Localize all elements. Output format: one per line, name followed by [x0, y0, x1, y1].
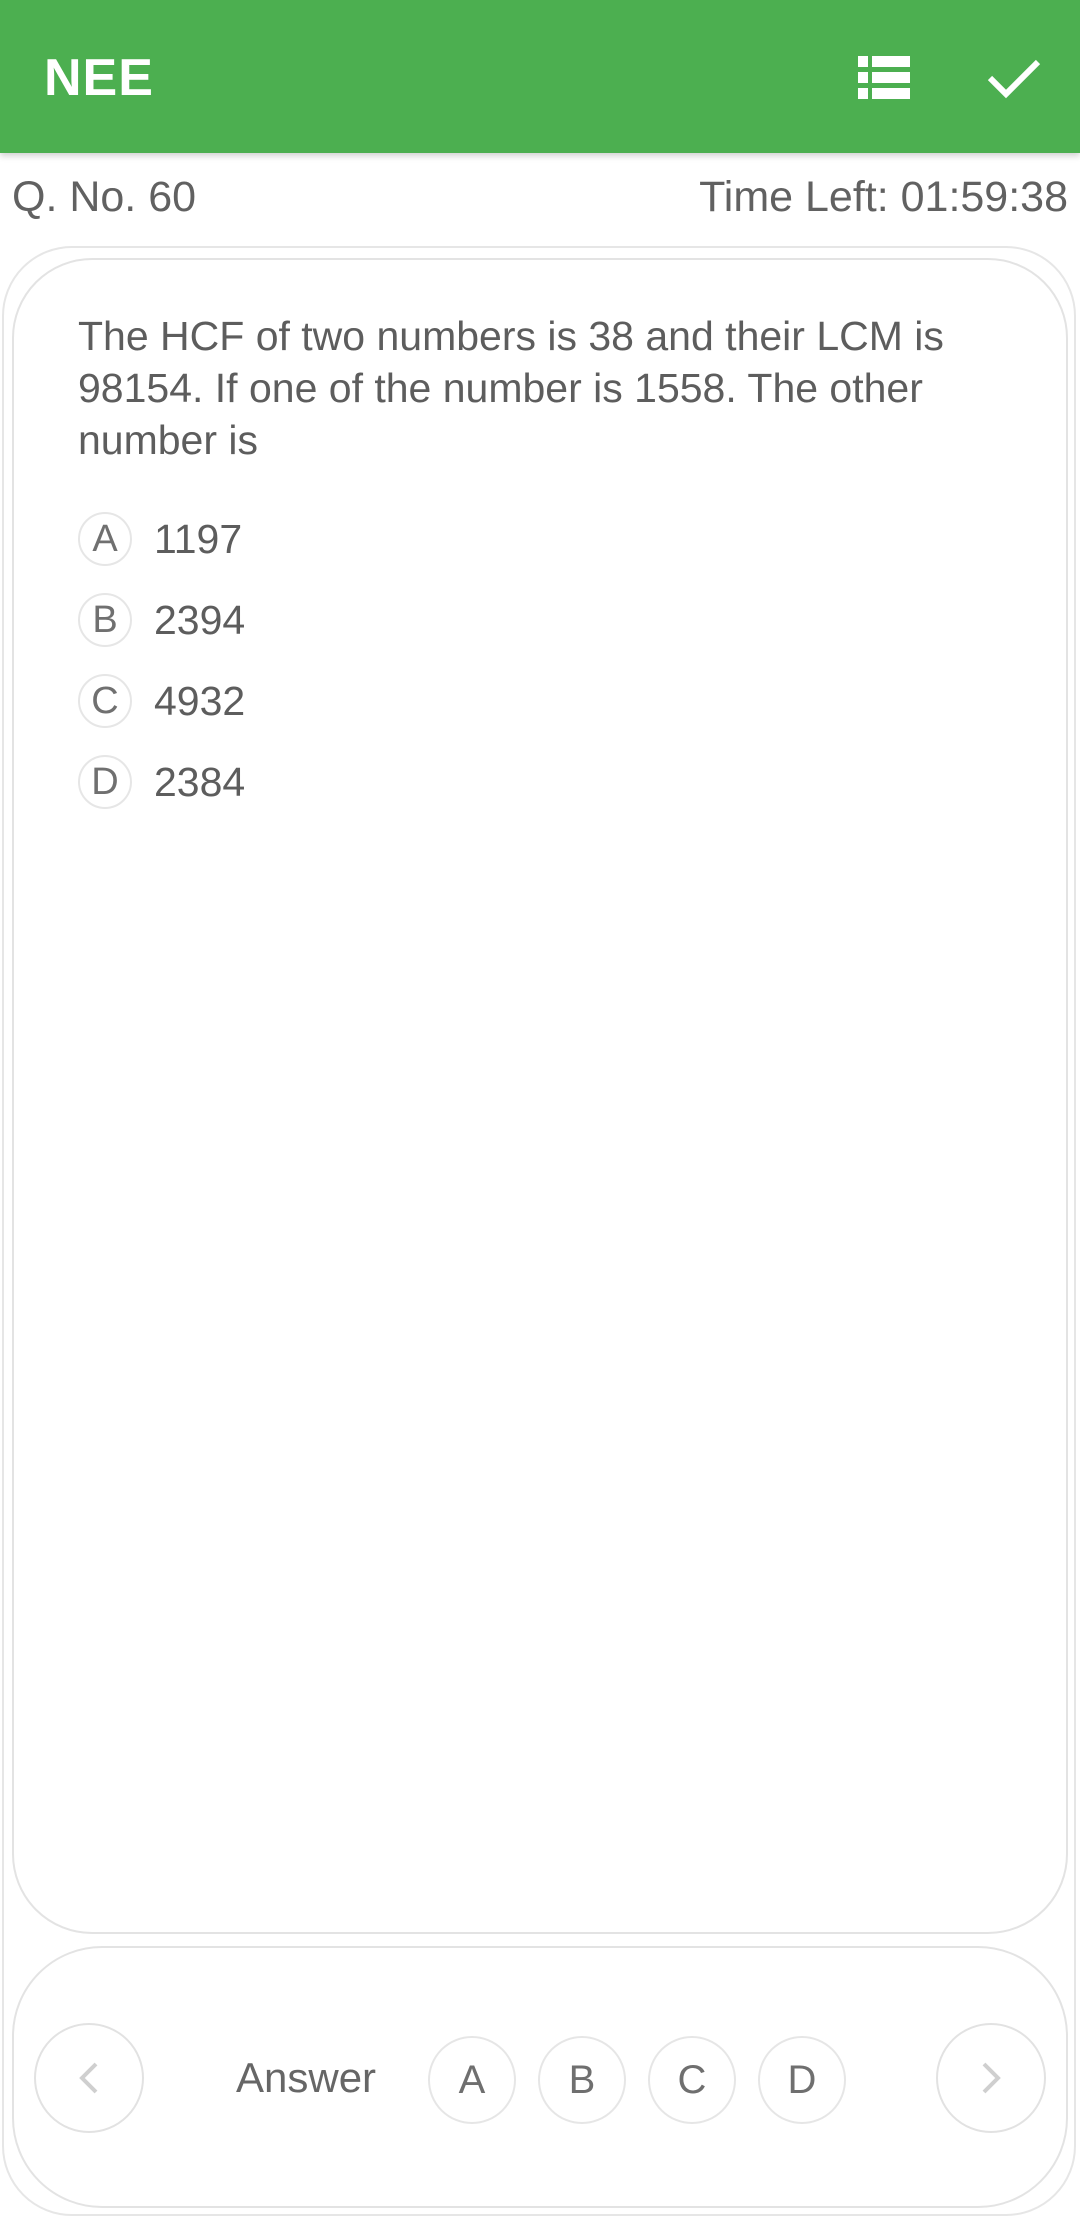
chevron-left-icon	[79, 2062, 98, 2094]
answer-choice-c[interactable]: C	[648, 2036, 736, 2124]
app-title: NEE	[44, 49, 154, 107]
option-letter: D	[78, 755, 132, 809]
info-row: Q. No. 60 Time Left: 01:59:38	[0, 153, 1080, 243]
previous-question-button[interactable]	[34, 2023, 144, 2133]
answer-choice-b[interactable]: B	[538, 2036, 626, 2124]
answer-choice-d[interactable]: D	[758, 2036, 846, 2124]
time-left: Time Left: 01:59:38	[699, 173, 1068, 221]
next-question-button[interactable]	[936, 2023, 1046, 2133]
option-value: 2394	[154, 596, 246, 643]
option-a[interactable]: A 1197	[78, 510, 242, 568]
option-d[interactable]: D 2384	[78, 753, 245, 811]
option-letter: C	[78, 674, 132, 728]
question-card: The HCF of two numbers is 38 and their L…	[12, 258, 1068, 1934]
question-text: The HCF of two numbers is 38 and their L…	[78, 313, 944, 463]
check-icon	[987, 59, 1041, 99]
app-bar: NEE	[0, 0, 1080, 153]
question-number: Q. No. 60	[12, 173, 197, 221]
option-b[interactable]: B 2394	[78, 591, 245, 649]
answer-choice-a[interactable]: A	[428, 2036, 516, 2124]
list-icon	[858, 56, 910, 99]
option-letter: B	[78, 593, 132, 647]
option-value: 1197	[154, 515, 243, 562]
chevron-right-icon	[982, 2062, 1001, 2094]
answer-label: Answer	[236, 2054, 377, 2101]
option-value: 4932	[154, 677, 246, 724]
submit-button[interactable]	[978, 42, 1050, 114]
option-c[interactable]: C 4932	[78, 672, 245, 730]
answer-bar: Answer A B C D	[12, 1946, 1068, 2208]
option-value: 2384	[154, 758, 246, 805]
option-letter: A	[78, 512, 132, 566]
question-list-button[interactable]	[848, 42, 920, 114]
